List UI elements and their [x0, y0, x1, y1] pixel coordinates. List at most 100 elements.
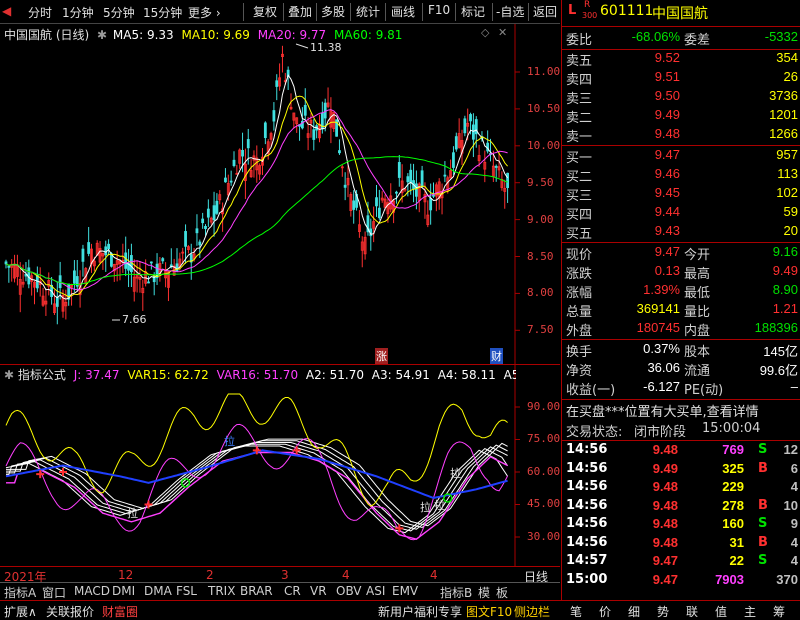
indicator-panel[interactable]: ✱ 指标公式 J: 37.47 VAR15: 62.72 VAR16: 51.7… [0, 364, 560, 566]
indicator-tab[interactable]: DMA [144, 584, 172, 598]
level-label: 买三 [566, 189, 593, 204]
indicator-tab[interactable]: FSL [176, 584, 197, 598]
sidebar-button[interactable]: 侧边栏 [514, 603, 550, 620]
related-quote-button[interactable]: 关联报价 [46, 603, 94, 620]
indicator-tab[interactable]: OBV [336, 584, 362, 598]
tick-volume: 22 [729, 553, 744, 568]
mark-label: 拉 [127, 507, 138, 520]
ask-row[interactable]: 卖二 9.49 1201 [562, 107, 800, 127]
bid-row[interactable]: 买三 9.45 102 [562, 185, 800, 205]
weibi-row: 委比 -68.06% 委差 -5332 [562, 29, 800, 49]
statistics-button[interactable]: 统计 [356, 3, 380, 20]
kline-title: 中国国航 (日线) [4, 28, 90, 42]
indicator-tab[interactable]: ASI [366, 584, 385, 598]
tick-time: 14:56 [566, 534, 608, 550]
ask-row[interactable]: 卖三 9.50 3736 [562, 88, 800, 108]
wealth-circle-button[interactable]: 财富圈 [102, 603, 138, 620]
stat-label: 今开 [684, 248, 711, 263]
ask-row[interactable]: 卖一 9.48 1266 [562, 126, 800, 146]
multi-stock-button[interactable]: 多股 [321, 3, 345, 20]
tick-volume: 160 [722, 516, 744, 531]
tick-count: 4 [790, 479, 798, 494]
indicator-tab[interactable]: TRIX [208, 584, 235, 598]
f10-graphic-button[interactable]: 图文F10 [466, 603, 512, 620]
f10-button[interactable]: F10 [428, 3, 450, 17]
quote-tab[interactable]: 价 [599, 603, 611, 620]
diamond-icon[interactable]: ◇ [481, 26, 489, 39]
collapse-arrow-icon[interactable]: ◀ [2, 4, 11, 18]
draw-line-button[interactable]: 画线 [391, 3, 415, 20]
stat-value: 1.39% [643, 282, 680, 297]
level-price: 9.52 [654, 50, 680, 65]
quote-tab[interactable]: 值 [715, 603, 727, 620]
indicator-tab[interactable]: 模 [478, 584, 490, 601]
quote-tab[interactable]: 筹 [773, 603, 785, 620]
fund-label: 流通 [684, 364, 711, 379]
big-order-notice[interactable]: 在买盘***位置有大买单,查看详情 [562, 401, 800, 421]
trade-time: 15:00:04 [702, 421, 761, 436]
bid-row[interactable]: 买四 9.44 59 [562, 204, 800, 224]
ask-row[interactable]: 卖五 9.52 354 [562, 50, 800, 70]
stat-row: 外盘 180745 内盘 188396 [562, 320, 800, 340]
stat-label: 涨跌 [566, 267, 593, 282]
back-button[interactable]: 返回 [533, 3, 557, 20]
tick-flag: B [758, 534, 768, 550]
stat-label: 现价 [566, 248, 593, 263]
bid-row[interactable]: 买五 9.43 20 [562, 223, 800, 243]
indicator-tab[interactable]: EMV [392, 584, 418, 598]
indicator-chart[interactable] [0, 365, 560, 566]
expand-button[interactable]: 扩展∧ [4, 603, 37, 620]
tab-1min[interactable]: 1分钟 [62, 4, 94, 21]
indicator-tab[interactable]: 指标A [4, 584, 36, 601]
adjust-button[interactable]: 复权 [253, 3, 277, 20]
indicator-tab[interactable]: CR [284, 584, 301, 598]
tick-row: 15:00 9.47 7903 370 [562, 572, 800, 592]
fund-label: 换手 [566, 345, 593, 360]
close-icon[interactable]: ✕ [498, 26, 507, 39]
indicator-settings-icon[interactable]: ✱ [4, 368, 14, 382]
quote-tab[interactable]: 联 [686, 603, 698, 620]
indicator-tab[interactable]: 板 [496, 584, 508, 601]
indicator-tab[interactable]: DMI [112, 584, 135, 598]
overlay-button[interactable]: 叠加 [288, 3, 312, 20]
kline-chart-panel[interactable]: 中国国航 (日线) ✱ MA5: 9.33 MA10: 9.69 MA20: 9… [0, 24, 560, 364]
kline-chart[interactable] [0, 24, 560, 364]
stat-label: 最高 [684, 267, 711, 282]
indicator-tab[interactable]: 窗口 [42, 584, 66, 601]
limit-up-badge[interactable]: 涨 [375, 348, 388, 364]
quote-tab[interactable]: 细 [628, 603, 640, 620]
fund-value: – [790, 379, 798, 394]
tab-more[interactable]: 更多 › [188, 4, 221, 21]
market-sub-label: 300 [582, 11, 598, 20]
remove-watchlist-button[interactable]: -自选 [496, 3, 524, 20]
quote-tab[interactable]: 主 [744, 603, 756, 620]
quote-tab[interactable]: 势 [657, 603, 669, 620]
kline-legend: 中国国航 (日线) ✱ MA5: 9.33 MA10: 9.69 MA20: 9… [4, 26, 402, 43]
quote-tab[interactable]: 笔 [570, 603, 582, 620]
tab-15min[interactable]: 15分钟 [143, 4, 182, 21]
new-user-welfare-link[interactable]: 新用户福利专享 [378, 603, 462, 620]
mark-button[interactable]: 标记 [461, 3, 485, 20]
tick-volume: 278 [722, 497, 744, 513]
financial-badge[interactable]: 财 [490, 348, 503, 364]
tick-flag: S [758, 553, 768, 568]
level-price: 9.45 [654, 185, 680, 200]
tab-timeshare[interactable]: 分时 [28, 4, 52, 21]
indicator-tab[interactable]: MACD [74, 584, 110, 598]
fund-row: 收益(一) -6.127 PE(动) – [562, 379, 800, 399]
bid-row[interactable]: 买一 9.47 957 [562, 147, 800, 167]
tick-row: 14:56 9.48 278 B 10 [562, 498, 800, 518]
tick-row: 14:56 9.48 229 4 [562, 479, 800, 499]
tick-time: 14:56 [566, 516, 608, 531]
bid-row[interactable]: 买二 9.46 113 [562, 166, 800, 186]
indicator-j: J: 37.47 [73, 368, 120, 382]
indicator-tab[interactable]: BRAR [240, 584, 273, 598]
indicator-tab[interactable]: VR [310, 584, 327, 598]
settings-gear-icon[interactable]: ✱ [97, 28, 107, 42]
indicator-tab[interactable]: 指标B [440, 584, 472, 601]
notice-text[interactable]: 在买盘***位置有大买单,查看详情 [566, 401, 759, 420]
indicator-a5: A5: 60.95 [503, 368, 516, 382]
stat-label: 外盘 [566, 324, 593, 339]
tab-5min[interactable]: 5分钟 [103, 4, 135, 21]
ask-row[interactable]: 卖四 9.51 26 [562, 69, 800, 89]
